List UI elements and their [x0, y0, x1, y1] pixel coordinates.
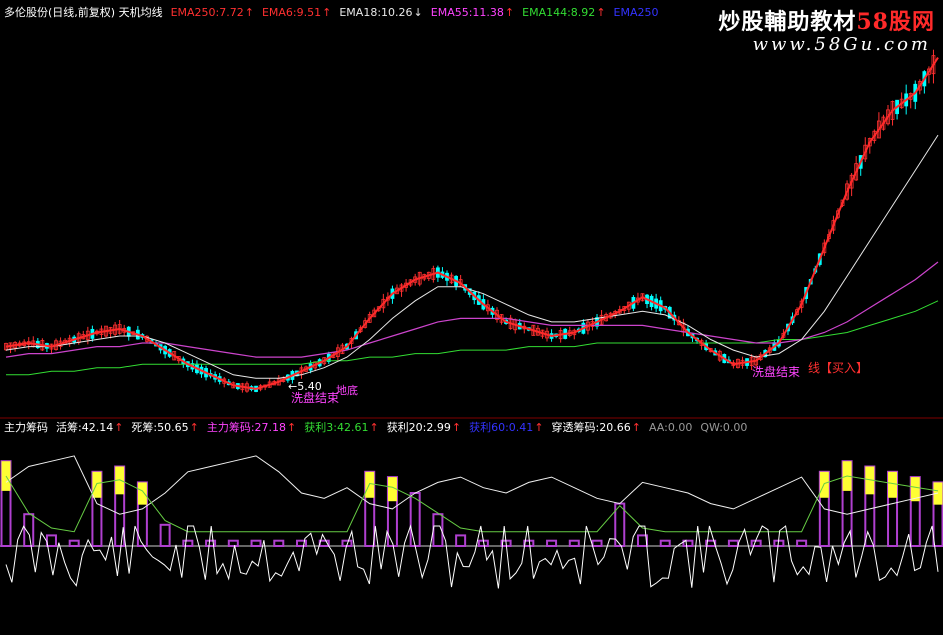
indicator-legend-item-label: 获利20:2.99: [386, 421, 451, 434]
arrow-up-icon: ↑: [369, 421, 379, 434]
ema-legend-item-label: EMA55:11.38: [430, 6, 504, 19]
wash-end-label-2: 洗盘结束: [752, 365, 801, 379]
main-chip-bar: [750, 539, 762, 548]
ema-legend-item-label: EMA18:10.26: [339, 6, 413, 19]
watermark-title: 炒股輔助教材58股网: [718, 4, 935, 36]
main-chip-bar: [68, 539, 80, 548]
indicator-legend-item-label: AA:0.00: [648, 421, 693, 434]
main-chip-bar: [159, 523, 171, 547]
stock-title: 多伦股份(日线,前复权) 天机均线: [4, 6, 163, 19]
watermark-url: www.58Gu.com: [752, 34, 931, 55]
indicator-legend-item-label: QW:0.00: [700, 421, 748, 434]
ema-legend-item: EMA6:9.51↑: [262, 6, 331, 19]
ema-legend-item-label: EMA250:7.72: [170, 6, 244, 19]
indicator-legend-item: 穿透筹码:20.66↑: [552, 421, 641, 434]
arrow-up-icon: ↑: [322, 6, 332, 19]
ema-legend-item: EMA250: [614, 6, 659, 19]
indicator-legend-item: 主力筹码: [4, 421, 48, 434]
arrow-up-icon: ↑: [631, 421, 641, 434]
main-chip-bar: [659, 539, 671, 548]
oscillator-line: [5, 524, 939, 589]
arrow-up-icon: ↑: [287, 421, 297, 434]
bottom-label: 地底: [336, 384, 358, 397]
arrow-up-icon: ↑: [244, 6, 254, 19]
indicator-legend-item: 活筹:42.14↑: [56, 421, 123, 434]
indicator-legend-item-label: 获利60:0.41: [469, 421, 534, 434]
indicator-panel: [0, 455, 943, 589]
arrow-up-icon: ↑: [189, 421, 199, 434]
main-chip-bar: [568, 539, 580, 548]
ema18-line: [5, 134, 939, 379]
candles-group: [4, 49, 936, 393]
ema-legend-item-label: EMA6:9.51: [261, 6, 322, 19]
indicator-legend-item-label: 获利3:42.61: [304, 421, 369, 434]
chart-canvas: [0, 49, 943, 589]
ema-legend-item: EMA55:11.38↑: [431, 6, 514, 19]
arrow-up-icon: ↑: [504, 6, 515, 19]
main-chip-bar: [250, 539, 262, 548]
main-chip-bar: [546, 539, 558, 548]
indicator-legend-item-label: 死筹:50.65: [131, 421, 189, 434]
arrow-up-icon: ↑: [596, 6, 606, 19]
main-chip-bar: [727, 539, 739, 548]
main-chip-bar: [409, 492, 421, 547]
price-panel: [4, 49, 939, 393]
watermark-title-white: 炒股輔助教材: [718, 9, 857, 35]
arrow-down-icon: ↓: [413, 6, 423, 19]
main-chip-bar: [227, 539, 239, 548]
wash-end-label-1: 洗盘结束: [291, 391, 340, 405]
indicator-legend-item: 获利20:2.99↑: [387, 421, 461, 434]
main-chip-bar-top: [92, 471, 102, 498]
indicator-bars: [0, 460, 943, 548]
indicator-legend-item-label: 主力筹码:27.18: [206, 421, 287, 434]
ema-legend-item: EMA144:8.92↑: [522, 6, 605, 19]
indicator-legend-item-label: 穿透筹码:20.66: [551, 421, 631, 434]
ema-legend-item-label: EMA144:8.92: [522, 6, 596, 19]
arrow-up-icon: ↑: [114, 421, 124, 434]
arrow-up-icon: ↑: [451, 421, 462, 434]
main-chip-bar-top: [819, 471, 829, 498]
buy-line-label: 线【买入】: [808, 361, 869, 375]
indicator-legend-item-label: 活筹:42.14: [56, 421, 114, 434]
main-chip-bar-top: [137, 482, 147, 505]
main-chip-bar-top: [365, 471, 375, 498]
indicator-legend-item: AA:0.00: [649, 421, 692, 434]
main-chip-bar-top: [888, 471, 898, 498]
price-panel-header: 多伦股份(日线,前复权) 天机均线 EMA250:7.72↑ EMA6:9.51↑ E…: [4, 6, 675, 20]
indicator-legend-item: 获利60:0.41↑: [469, 421, 543, 434]
main-chip-bar: [591, 539, 603, 548]
main-chip-bar: [796, 539, 808, 548]
ema-legend-item: EMA250:7.72↑: [171, 6, 254, 19]
arrow-up-icon: ↑: [534, 421, 544, 434]
indicator-legend-item: 主力筹码:27.18↑: [207, 421, 296, 434]
indicator-legend-item: QW:0.00: [700, 421, 747, 434]
main-chip-bar: [182, 539, 194, 548]
indicator-panel-header: 主力筹码 活筹:42.14↑ 死筹:50.65↑ 主力筹码:27.18↑ 获利3:42.…: [4, 421, 763, 435]
indicator-legend-item-label: 主力筹码: [4, 421, 48, 434]
main-chip-bar: [273, 539, 285, 548]
ema-legend-item-label: EMA250: [613, 6, 659, 19]
main-chip-bar: [45, 534, 57, 548]
ema-legend-item: EMA18:10.26↓: [339, 6, 422, 19]
indicator-legend-item: 获利3:42.61↑: [304, 421, 378, 434]
indicator-legend-item: 死筹:50.65↑: [131, 421, 198, 434]
main-chip-bar: [455, 534, 467, 548]
watermark-title-red: 58股网: [856, 9, 935, 35]
